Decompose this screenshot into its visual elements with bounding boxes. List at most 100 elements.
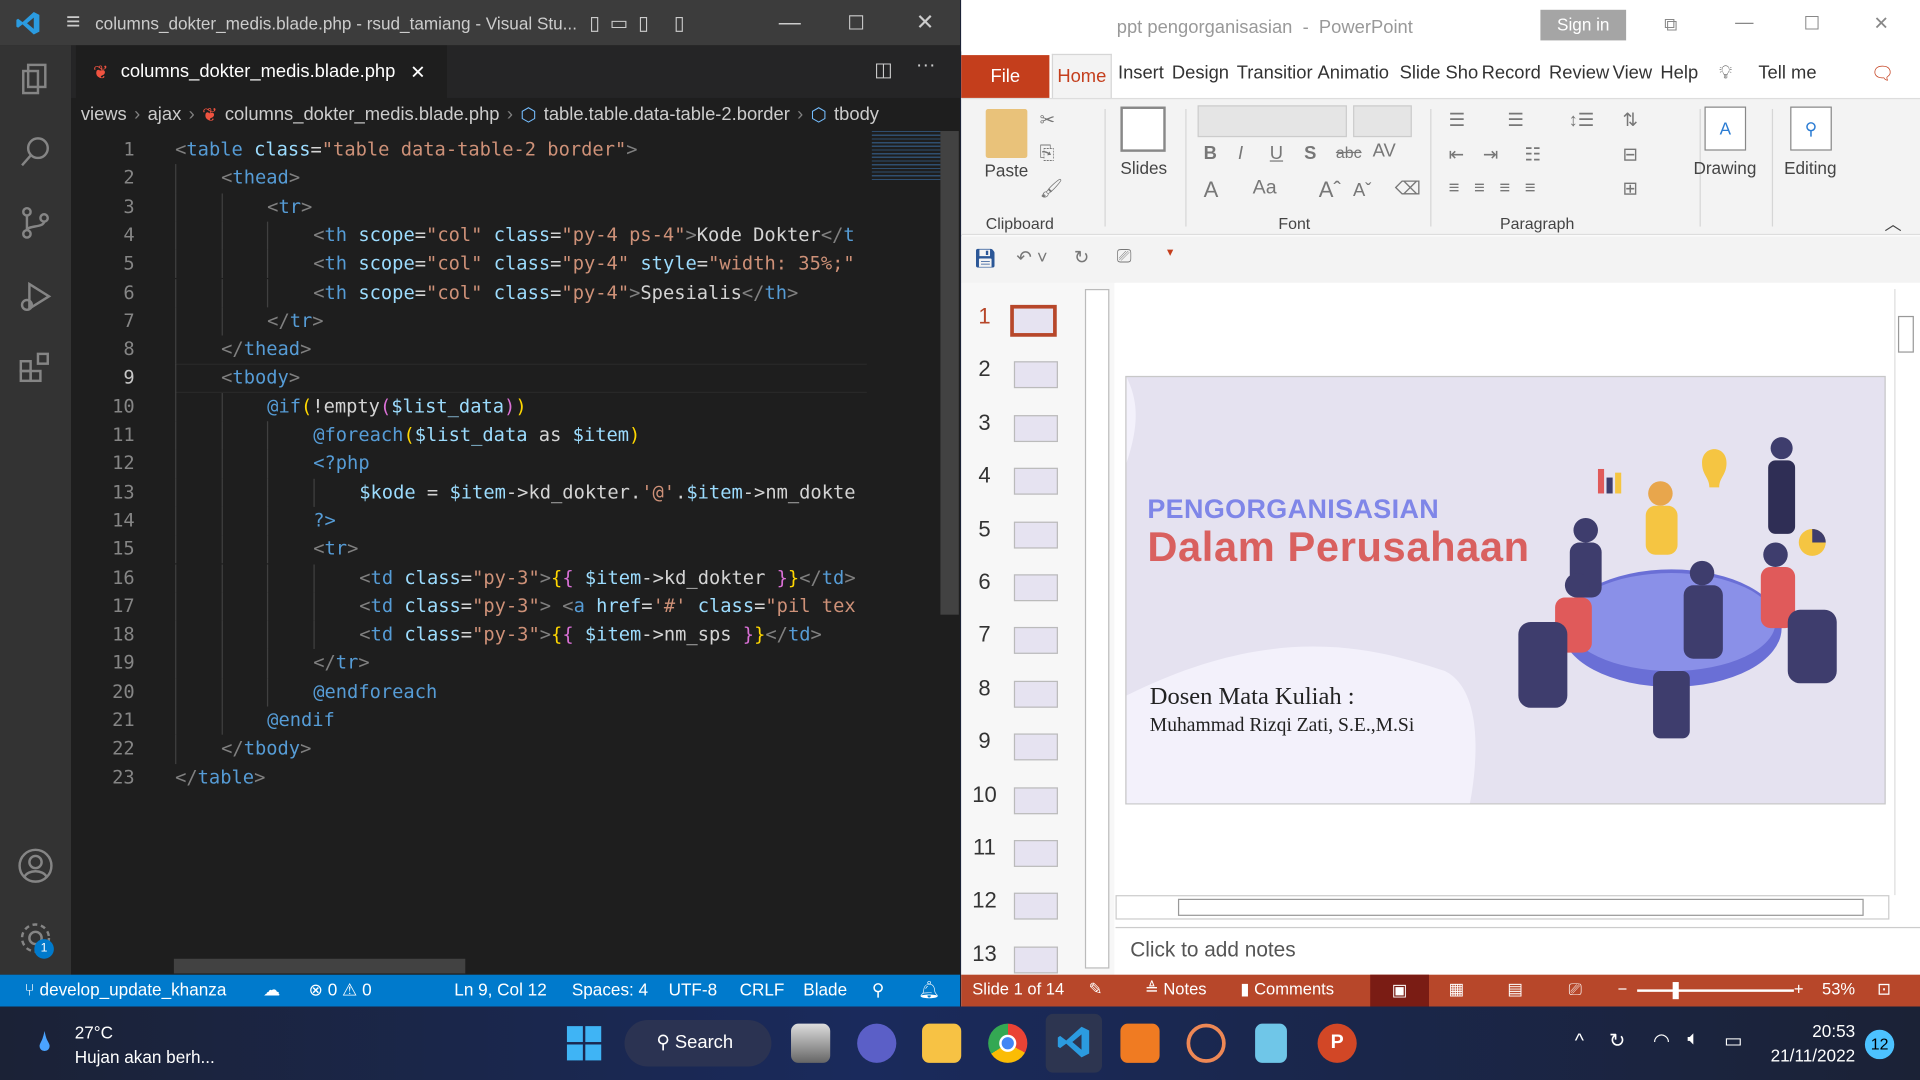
- thumbnails-scrollbar[interactable]: [1084, 288, 1110, 969]
- horizontal-scrollbar[interactable]: [173, 958, 466, 974]
- code-line[interactable]: <tbody>: [221, 364, 300, 393]
- run-debug-icon[interactable]: [17, 278, 54, 315]
- tab-file[interactable]: File: [961, 55, 1050, 98]
- font-color-button[interactable]: A: [1204, 178, 1219, 204]
- vertical-scrollbar[interactable]: [940, 131, 959, 615]
- code-line[interactable]: <td class="py-3"> <a href='#' class="pil…: [359, 592, 855, 621]
- battery-icon[interactable]: ▭: [1724, 1029, 1743, 1053]
- line-spacing-icon[interactable]: ↕☰: [1569, 109, 1595, 131]
- clock-time[interactable]: 20:53: [1812, 1021, 1855, 1041]
- code-line[interactable]: @endforeach: [313, 678, 437, 707]
- zoom-slider-thumb[interactable]: [1673, 982, 1680, 1000]
- show-hidden-icons[interactable]: ^: [1575, 1031, 1584, 1053]
- bullets-icon[interactable]: ☰: [1449, 109, 1465, 131]
- tab-help[interactable]: Help: [1660, 62, 1698, 83]
- code-line[interactable]: $kode = $item->kd_dokter.'@'.$item->nm_d…: [359, 478, 855, 507]
- code-line[interactable]: <td class="py-3">{{ $item->kd_dokter }}<…: [359, 564, 855, 593]
- slide-thumbnail[interactable]: [1013, 467, 1058, 495]
- code-line[interactable]: @if(!empty($list_data)): [267, 393, 526, 422]
- paste-button[interactable]: Paste: [984, 160, 1028, 180]
- ribbon-display-options-icon[interactable]: ⧉: [1664, 15, 1677, 36]
- search-icon[interactable]: [17, 133, 54, 170]
- code-line[interactable]: <tr>: [313, 535, 358, 564]
- decrease-indent-icon[interactable]: ⇤: [1449, 143, 1464, 165]
- start-button[interactable]: [564, 1024, 603, 1063]
- wifi-icon[interactable]: ◠: [1653, 1029, 1670, 1053]
- tab-transitions[interactable]: Transitior: [1237, 62, 1313, 83]
- format-painter-icon[interactable]: 🖌︎: [1040, 178, 1063, 200]
- change-case-button[interactable]: Aa: [1253, 178, 1277, 200]
- encoding[interactable]: UTF-8: [669, 980, 718, 1000]
- sync-cloud-icon[interactable]: ☁: [263, 980, 280, 1001]
- teams-chat-icon[interactable]: [857, 1023, 897, 1063]
- code-line[interactable]: <tr>: [267, 193, 312, 222]
- font-name-select[interactable]: [1197, 105, 1347, 138]
- fit-slide-icon[interactable]: ⊡: [1877, 980, 1891, 1000]
- minimize-button[interactable]: —: [779, 10, 801, 36]
- slide-vertical-scrollbar[interactable]: [1894, 288, 1917, 896]
- strikethrough-button[interactable]: abc: [1336, 143, 1362, 161]
- menu-icon[interactable]: ≡: [66, 9, 80, 37]
- layout-toggle-icons[interactable]: ▯▭▯ ▯: [589, 10, 694, 34]
- slide-thumbnail[interactable]: [1013, 786, 1058, 814]
- slide-thumbnail[interactable]: [1013, 893, 1058, 921]
- code-line[interactable]: </table>: [175, 764, 265, 793]
- italic-button[interactable]: I: [1238, 143, 1243, 164]
- font-size-select[interactable]: [1353, 105, 1412, 138]
- notifications-bell-icon[interactable]: 🔔︎: [918, 980, 940, 1001]
- tab-home[interactable]: Home: [1051, 53, 1112, 100]
- slide-thumbnail[interactable]: [1010, 304, 1057, 337]
- decrease-font-size-icon[interactable]: Aˇ: [1353, 180, 1371, 201]
- drawing-button[interactable]: Drawing: [1693, 158, 1756, 178]
- notes-button[interactable]: ≜ Notes: [1145, 980, 1207, 1000]
- end-of-line[interactable]: CRLF: [740, 980, 785, 1000]
- tab-record[interactable]: Record: [1482, 62, 1541, 83]
- slide-thumbnail[interactable]: [1013, 414, 1058, 442]
- powerpoint-taskbar-icon[interactable]: P: [1317, 1023, 1357, 1063]
- slide-thumbnail[interactable]: [1013, 574, 1058, 602]
- underline-button[interactable]: U: [1270, 143, 1283, 164]
- tab-review[interactable]: Review: [1549, 62, 1609, 83]
- sync-icon[interactable]: ↻: [1609, 1029, 1625, 1053]
- settings-gear-icon[interactable]: 1: [17, 920, 54, 959]
- breadcrumb-item[interactable]: views: [81, 104, 127, 125]
- alignment-buttons[interactable]: ≡≡≡≡: [1449, 178, 1551, 199]
- zoom-out-button[interactable]: −: [1618, 980, 1628, 998]
- undo-icon[interactable]: ↶ ˅: [1016, 246, 1047, 268]
- increase-font-size-icon[interactable]: Aˆ: [1319, 178, 1341, 204]
- volume-icon[interactable]: 🔈︎: [1687, 1029, 1699, 1051]
- maximize-button[interactable]: ☐: [1804, 12, 1820, 34]
- zoom-level[interactable]: 53%: [1822, 980, 1855, 998]
- tell-me-search[interactable]: Tell me: [1758, 62, 1816, 83]
- code-line[interactable]: <th scope="col" class="py-4" style="widt…: [313, 250, 854, 279]
- tab-design[interactable]: Design: [1172, 62, 1229, 83]
- code-line[interactable]: <table class="table data-table-2 border"…: [175, 136, 637, 165]
- minimap[interactable]: [871, 131, 941, 181]
- smartart-icon[interactable]: ⊞: [1622, 178, 1637, 200]
- close-button[interactable]: ✕: [1873, 12, 1888, 34]
- tab-close-icon[interactable]: ✕: [410, 61, 425, 83]
- source-control-icon[interactable]: [17, 204, 54, 241]
- drawing-icon[interactable]: A: [1704, 106, 1747, 151]
- sign-in-button[interactable]: Sign in: [1540, 9, 1627, 41]
- close-button[interactable]: ✕: [916, 10, 934, 36]
- collapse-ribbon-icon[interactable]: ︿: [1884, 212, 1901, 236]
- cut-icon[interactable]: ✂: [1040, 109, 1055, 131]
- app-icon[interactable]: [1186, 1023, 1226, 1063]
- code-line[interactable]: </tr>: [313, 649, 369, 678]
- tab-insert[interactable]: Insert: [1118, 62, 1164, 83]
- code-line[interactable]: </thead>: [221, 336, 311, 365]
- xampp-icon[interactable]: [1120, 1023, 1160, 1063]
- breadcrumb-item[interactable]: columns_dokter_medis.blade.php: [225, 104, 500, 125]
- code-line[interactable]: <?php: [313, 450, 369, 479]
- slide-thumbnail[interactable]: [1013, 521, 1058, 549]
- vscode-taskbar-icon[interactable]: [1045, 1013, 1103, 1073]
- code-line[interactable]: <thead>: [221, 164, 300, 193]
- live-share-icon[interactable]: ⚲: [872, 980, 885, 1001]
- code-line[interactable]: </tr>: [267, 307, 323, 336]
- breadcrumb-item[interactable]: table.table.data-table-2.border: [544, 104, 790, 125]
- code-line[interactable]: <td class="py-3">{{ $item->nm_sps }}</td…: [359, 621, 822, 650]
- slides-button[interactable]: Slides: [1120, 158, 1167, 178]
- task-view-icon[interactable]: [791, 1023, 831, 1063]
- save-icon[interactable]: 💾︎: [973, 247, 996, 270]
